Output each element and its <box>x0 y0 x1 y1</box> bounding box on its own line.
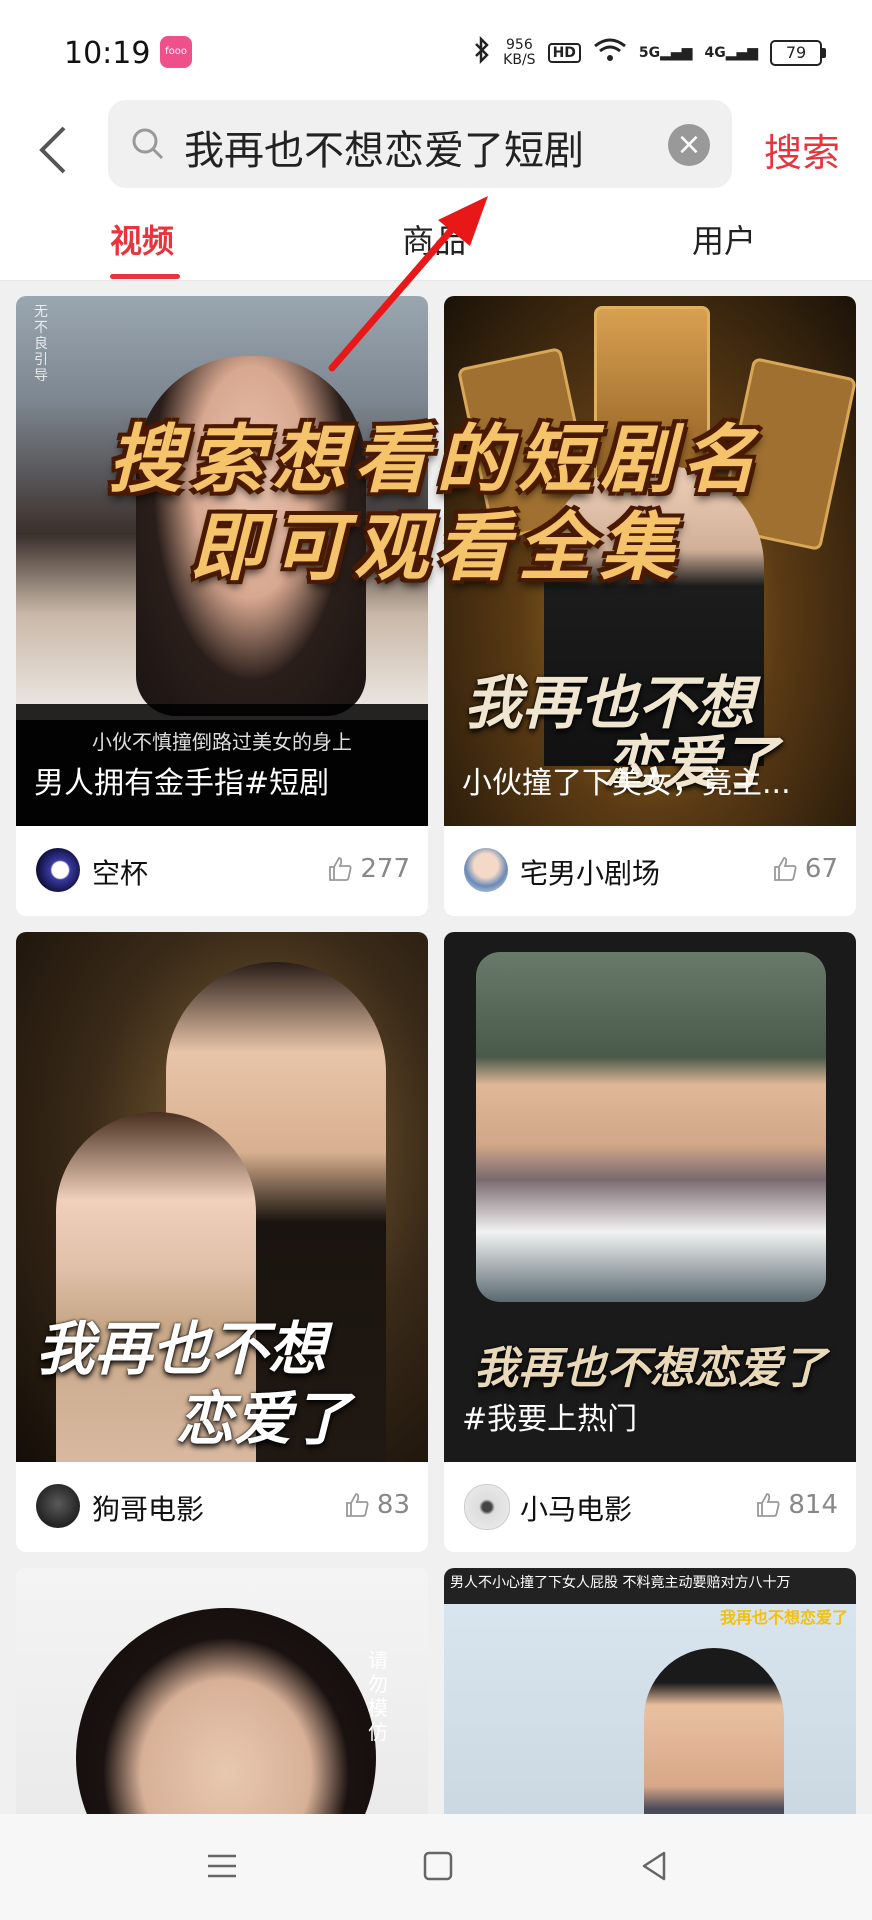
battery-icon: 79 <box>770 39 826 66</box>
thumbs-up-icon <box>774 857 797 881</box>
side-text: 请勿模仿 <box>368 1648 388 1744</box>
avatar[interactable] <box>464 848 508 892</box>
search-input[interactable]: 我再也不想恋爱了短剧 × <box>108 100 732 188</box>
network-speed-value: 956 <box>506 36 533 53</box>
author-name[interactable]: 空杯 <box>92 852 148 892</box>
signal-4g-label: 4G <box>704 44 726 61</box>
search-icon <box>130 126 166 162</box>
clear-search-button[interactable]: × <box>668 124 710 166</box>
poster-title: 恋爱了 <box>176 1385 351 1453</box>
card-meta: 狗哥电影 83 <box>16 1462 428 1552</box>
tab-users[interactable]: 用户 <box>692 216 756 262</box>
signal-5g-label: 5G <box>638 44 661 61</box>
like-count[interactable]: 814 <box>754 1490 838 1520</box>
bluetooth-icon <box>473 35 491 69</box>
status-bar: 10:19 fooo 956 KB/S HD 5G▂▄▆ 4G▂▄▆ 79 <box>0 0 872 100</box>
network-speed: 956 KB/S <box>503 36 536 68</box>
actor-image <box>476 952 826 1302</box>
author-name[interactable]: 小马电影 <box>520 1488 632 1528</box>
tab-video[interactable]: 视频 <box>110 216 174 262</box>
hd-icon: HD <box>547 42 581 63</box>
video-caption: 小伙撞了下美女，竟主... <box>462 766 791 801</box>
menu-icon[interactable] <box>202 1846 242 1886</box>
corner-tag: 我再也不想恋爱了 <box>719 1608 848 1627</box>
card-meta: 宅男小剧场 67 <box>444 826 856 916</box>
status-time: 10:19 <box>64 36 151 71</box>
avatar[interactable] <box>464 1484 510 1530</box>
thumbs-up-icon <box>329 857 352 881</box>
back-icon[interactable] <box>34 120 74 180</box>
video-caption: 男人拥有金手指#短剧 <box>34 766 330 801</box>
vertical-watermark: 无不良引导 <box>34 304 48 384</box>
signal-4g-icon: 4G▂▄▆ <box>704 44 758 61</box>
thumbs-up-icon <box>757 1493 780 1517</box>
video-thumbnail[interactable]: 我再也不想恋爱了 #我要上热门 <box>444 932 856 1462</box>
video-card[interactable]: 我再也不想 恋爱了 小伙撞了下美女，竟主... 宅男小剧场 67 <box>444 296 856 916</box>
system-nav-bar <box>0 1814 872 1920</box>
app-notification-icon: fooo <box>160 36 192 68</box>
promo-line-2: 即可观看全集 <box>190 505 682 591</box>
avatar[interactable] <box>36 848 80 892</box>
author-name[interactable]: 宅男小剧场 <box>520 852 660 892</box>
like-count-value: 814 <box>788 1490 838 1520</box>
active-tab-indicator <box>110 274 180 279</box>
poster-title: 我再也不想恋爱了 <box>474 1343 826 1394</box>
top-banner: 男人不小心撞了下女人屁股 不料竟主动要赔对方八十万 <box>450 1575 791 1591</box>
like-count-value: 83 <box>376 1490 410 1520</box>
like-count[interactable]: 277 <box>326 854 410 884</box>
signal-5g-icon: 5G▂▄▆ <box>638 44 693 61</box>
home-icon[interactable] <box>418 1846 458 1886</box>
like-count[interactable]: 83 <box>343 1490 410 1520</box>
video-subcaption: 小伙不慎撞倒路过美女的身上 <box>92 730 352 754</box>
thumbs-up-icon <box>346 1493 369 1517</box>
like-count-value: 67 <box>804 854 838 884</box>
search-header: 我再也不想恋爱了短剧 × 搜索 <box>0 100 872 200</box>
search-query[interactable]: 我再也不想恋爱了短剧 <box>184 118 584 176</box>
video-thumbnail[interactable]: 我再也不想 恋爱了 <box>16 932 428 1462</box>
like-count-value: 277 <box>360 854 410 884</box>
red-arrow-icon <box>328 196 488 372</box>
avatar[interactable] <box>36 1484 80 1528</box>
search-button[interactable]: 搜索 <box>764 122 840 177</box>
video-caption: #我要上热门 <box>462 1402 638 1437</box>
back-nav-icon[interactable] <box>634 1846 674 1886</box>
status-icons: 956 KB/S HD 5G▂▄▆ 4G▂▄▆ 79 <box>473 35 826 69</box>
video-card[interactable]: 无不良引导 小伙不慎撞倒路过美女的身上 男人拥有金手指#短剧 空杯 277 <box>16 296 428 916</box>
video-card[interactable]: 我再也不想 恋爱了 狗哥电影 83 <box>16 932 428 1552</box>
card-meta: 小马电影 814 <box>444 1462 856 1552</box>
card-meta: 空杯 277 <box>16 826 428 916</box>
network-speed-unit: KB/S <box>503 51 536 68</box>
like-count[interactable]: 67 <box>771 854 838 884</box>
wifi-icon <box>593 37 627 68</box>
author-name[interactable]: 狗哥电影 <box>92 1488 204 1528</box>
video-card[interactable]: 我再也不想恋爱了 #我要上热门 小马电影 814 <box>444 932 856 1552</box>
